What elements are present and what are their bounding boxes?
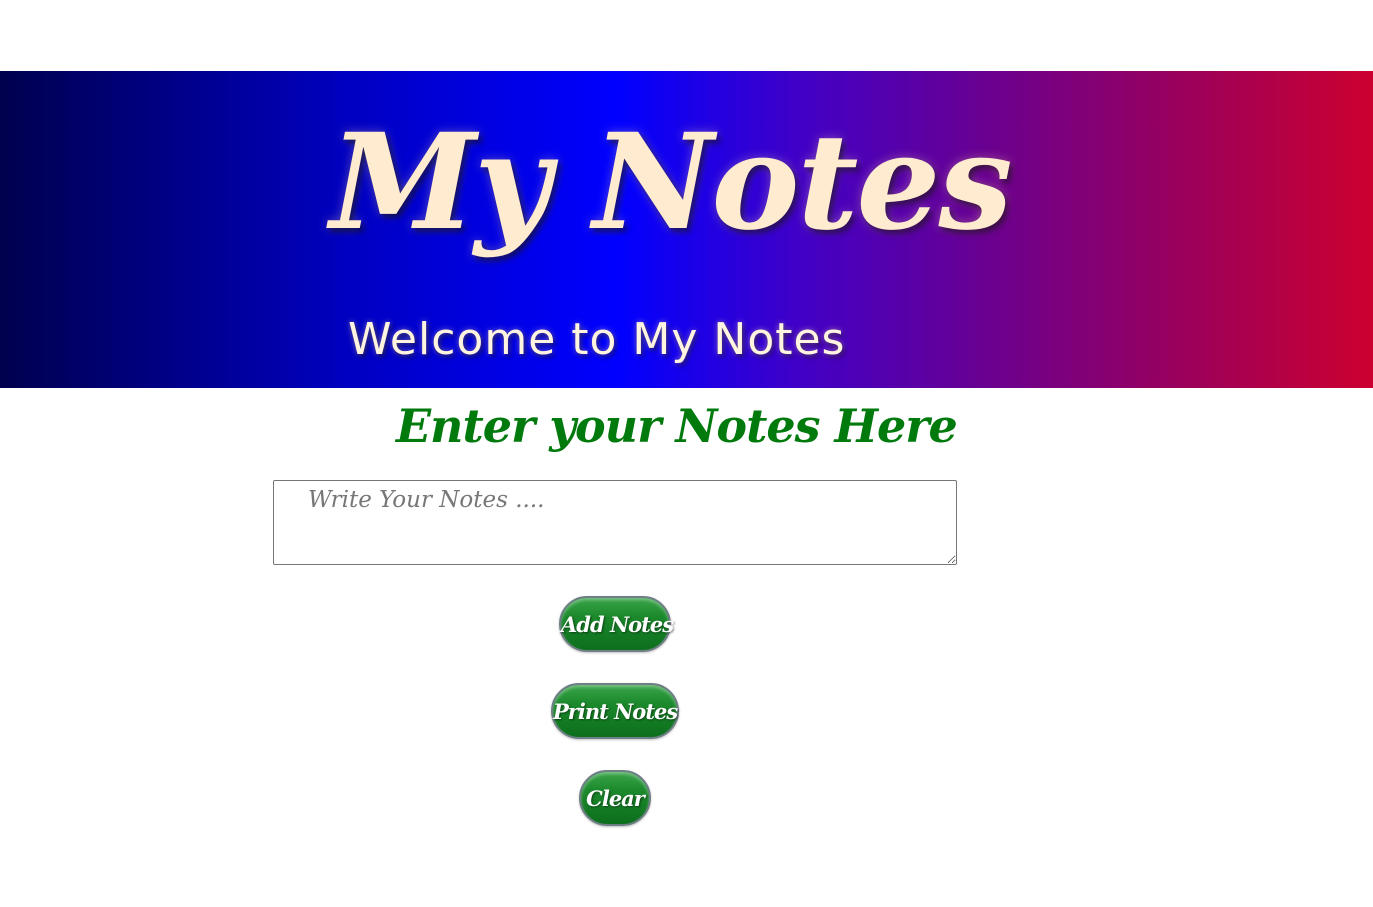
print-notes-button[interactable]: Print Notes <box>551 683 679 739</box>
notes-textarea[interactable] <box>273 480 957 565</box>
welcome-subtitle: Welcome to My Notes <box>348 314 846 365</box>
notes-heading: Enter your Notes Here <box>396 399 958 453</box>
clear-button[interactable]: Clear <box>579 770 651 826</box>
add-notes-button[interactable]: Add Notes <box>559 596 674 652</box>
page-title: My Notes <box>330 105 1013 260</box>
